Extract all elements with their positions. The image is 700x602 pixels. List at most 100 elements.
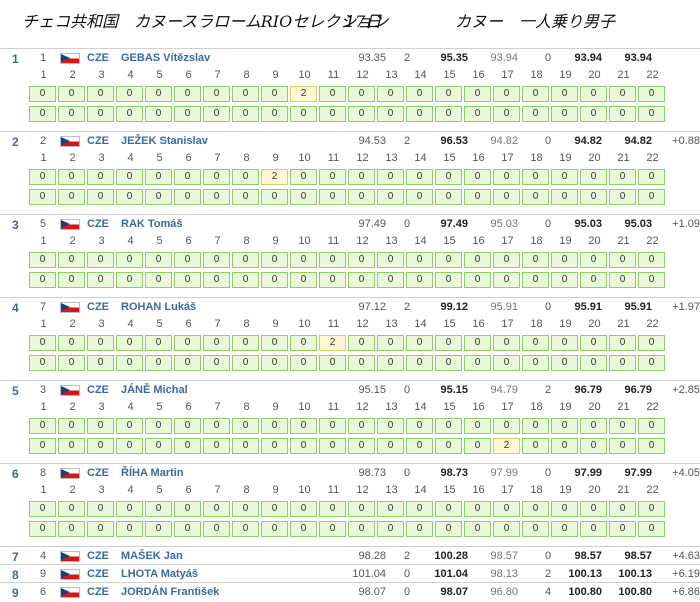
gate-penalty-cell: 0 [464,106,491,122]
gate-penalty-cell: 0 [232,418,259,434]
gate-number: 5 [156,484,163,496]
gate-penalty-cell: 0 [174,521,201,537]
gate-number: 20 [588,401,601,413]
gate-penalty-cell: 0 [319,418,346,434]
gate-number: 9 [272,235,279,247]
gate-penalty-cell: 0 [87,521,114,537]
gate-penalty-cell: 0 [116,335,143,351]
gate-number: 8 [243,235,250,247]
gate-penalty-cell: 0 [203,438,230,454]
gate-penalty-cell: 0 [638,418,665,434]
run1-time: 97.12 [358,301,386,313]
nation-code[interactable]: CZE [87,384,109,396]
nation-code[interactable]: CZE [87,586,109,598]
gate-number: 14 [414,318,427,330]
athlete-bib: 9 [40,568,47,580]
nation-code[interactable]: CZE [87,550,109,562]
gate-number: 14 [414,484,427,496]
gate-penalty-cell: 0 [290,335,317,351]
gate-penalty-cell: 0 [464,521,491,537]
run1-gate-penalties: 0000000000000000000000 [29,500,665,518]
athlete-name[interactable]: LHOTA Matyáš [121,568,198,580]
athlete-name[interactable]: ŘÍHA Martin [121,467,184,479]
athlete-name[interactable]: JORDÁN František [121,586,219,598]
gate-number: 22 [646,401,659,413]
gate-number: 20 [588,235,601,247]
run1-gate-penalties: 0000000000200000000000 [29,334,665,352]
gate-penalty-cell: 0 [464,335,491,351]
gate-number: 21 [617,318,630,330]
gate-number: 7 [214,69,221,81]
gate-penalty-cell: 0 [638,252,665,268]
gate-penalty-cell: 0 [87,418,114,434]
gate-penalty-cell: 0 [377,189,404,205]
gate-penalty-cell: 0 [348,501,375,517]
run1-time: 97.49 [358,218,386,230]
athlete-bib: 6 [40,586,47,598]
athlete-name[interactable]: RAK Tomáš [121,218,183,230]
gate-penalty-cell: 0 [174,169,201,185]
gate-penalty-cell: 0 [29,438,56,454]
gate-penalty-cell: 0 [609,418,636,434]
run2-total: 100.80 [568,586,602,598]
gate-penalty-cell: 0 [580,86,607,102]
gate-number: 19 [559,152,572,164]
gate-penalty-cell: 0 [174,272,201,288]
gate-number: 4 [127,484,134,496]
gate-number: 11 [327,235,340,247]
gate-penalty-cell: 0 [609,501,636,517]
gate-number: 22 [646,318,659,330]
run1-total: 98.73 [440,467,468,479]
athlete-name[interactable]: JÁNĚ Michal [121,384,188,396]
gate-number: 8 [243,152,250,164]
athlete-name[interactable]: MAŠEK Jan [121,550,183,562]
nation-code[interactable]: CZE [87,218,109,230]
gate-penalty-cell: 0 [174,438,201,454]
time-behind: +1.09 [672,218,700,230]
gate-penalty-cell: 0 [493,86,520,102]
gate-number: 9 [272,318,279,330]
nation-code[interactable]: CZE [87,568,109,580]
gate-penalty-cell: 0 [435,438,462,454]
gate-penalty-cell: 0 [377,106,404,122]
gate-penalty-cell: 0 [377,252,404,268]
athlete-name[interactable]: GEBAS Vítězslav [121,52,210,64]
gate-penalty-cell: 0 [522,86,549,102]
nation-code[interactable]: CZE [87,135,109,147]
gate-penalty-cell: 0 [319,355,346,371]
athlete-name[interactable]: ROHAN Lukáš [121,301,196,313]
gate-penalty-cell: 0 [290,106,317,122]
nation-code[interactable]: CZE [87,301,109,313]
nation-code[interactable]: CZE [87,467,109,479]
athlete-row: 2 2 CZE JEŽEK Stanislav 94.53 2 96.53 94.82 0 94.… [0,131,700,215]
gate-number: 14 [414,69,427,81]
gate-penalty-cell: 0 [377,86,404,102]
gate-penalty-cell: 0 [406,252,433,268]
gate-number: 13 [385,484,398,496]
gate-penalty-cell: 0 [609,189,636,205]
gate-penalty-cell: 0 [638,521,665,537]
gate-penalty-cell: 0 [58,438,85,454]
athlete-name[interactable]: JEŽEK Stanislav [121,135,208,147]
gate-number: 17 [501,484,514,496]
gate-penalty-cell: 0 [638,189,665,205]
run1-gate-penalties: 0000000000000000000000 [29,417,665,435]
run1-time: 94.53 [358,135,386,147]
gate-penalty-cell: 0 [493,521,520,537]
gate-penalty-cell: 0 [290,272,317,288]
gate-penalty-cell: 0 [435,189,462,205]
run2-total: 95.91 [574,301,602,313]
gate-penalty-cell: 0 [435,106,462,122]
gate-penalty-cell: 0 [522,272,549,288]
flag-icon [60,302,80,313]
gate-penalty-cell: 0 [145,335,172,351]
gate-penalty-cell: 0 [580,169,607,185]
flag-icon [60,587,80,598]
page-date: 17日 [345,12,382,31]
gate-number: 21 [617,401,630,413]
time-behind: +4.63 [672,550,700,562]
nation-code[interactable]: CZE [87,52,109,64]
gate-penalty-cell: 0 [609,521,636,537]
gate-number: 22 [646,152,659,164]
gate-penalty-cell: 0 [493,335,520,351]
